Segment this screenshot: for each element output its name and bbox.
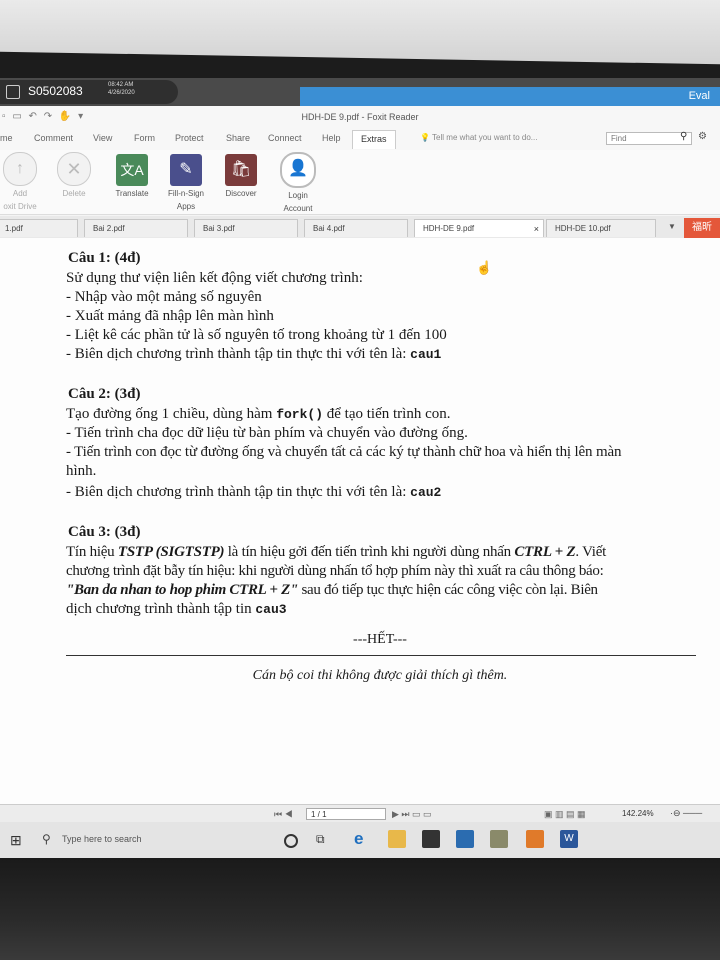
question-1-title: Câu 1: (4đ) — [68, 250, 141, 266]
doc-tab-bai4[interactable]: Bai 4.pdf — [304, 219, 408, 237]
tab-home[interactable]: me — [0, 133, 13, 143]
q3-line: "Ban da nhan to hop phim CTRL + Z" sau đ… — [66, 582, 598, 598]
taskbar-search[interactable]: Type here to search — [62, 834, 142, 844]
q2-line: - Biên dịch chương trình thành tập tin t… — [66, 484, 442, 500]
file-explorer-icon[interactable] — [388, 830, 406, 848]
q2-line: - Tiến trình con đọc từ đường ống và chu… — [66, 444, 622, 460]
q2-fork-code: fork() — [276, 407, 324, 422]
tab-comment[interactable]: Comment — [34, 133, 73, 143]
translate-button[interactable]: 文A Translate — [112, 154, 152, 199]
store-icon[interactable] — [422, 830, 440, 848]
page-number-field[interactable]: 1 / 1 — [306, 808, 386, 820]
zoom-level[interactable]: 142.24% — [622, 809, 654, 818]
cloud-upload-icon: ↑ — [3, 152, 37, 186]
q2-filename: cau2 — [410, 485, 442, 500]
edge-icon[interactable]: e — [354, 830, 372, 848]
q1-filename: cau1 — [410, 347, 442, 362]
delete-icon: ✕ — [57, 152, 91, 186]
q3-message: "Ban da nhan to hop phim CTRL + Z" — [66, 582, 299, 598]
tab-extras[interactable]: Extras — [352, 130, 396, 149]
q3-line: chương trình đặt bẫy tín hiệu: khi người… — [66, 563, 604, 579]
account-icon: 👤 — [280, 152, 316, 188]
session-bar: S0502083 08:42 AM 4/26/2020 Eval — [0, 78, 720, 106]
q3-line: dịch chương trình thành tập tin cau3 — [66, 601, 287, 617]
session-tab[interactable]: S0502083 08:42 AM 4/26/2020 — [0, 80, 178, 104]
q2-line: Tạo đường ống 1 chiều, dùng hàm fork() đ… — [66, 406, 451, 422]
foxit-icon[interactable] — [526, 830, 544, 848]
ribbon-extras: ↑ Add oxit Drive ✕ Delete 文A Translate ✎… — [0, 150, 720, 215]
pdf-page: ☝ Câu 1: (4đ) Sử dụng thư viện liên kết … — [0, 238, 720, 804]
q2-line: - Tiến trình cha đọc dữ liệu từ bàn phím… — [66, 425, 468, 441]
login-account-button[interactable]: 👤 Login Account — [276, 152, 320, 214]
eval-banner: Eval — [300, 87, 720, 106]
divider — [66, 655, 696, 656]
discover-icon: 🛍 — [225, 154, 257, 186]
tab-connect[interactable]: Connect — [268, 133, 302, 143]
app-header: ▫ ▭ ↶ ↷ ✋ ▾ HDH-DE 9.pdf - Foxit Reader — [0, 106, 720, 128]
doc-tab-hdh-de-9[interactable]: HDH-DE 9.pdf × — [414, 219, 544, 237]
doc-tab-bai2[interactable]: Bai 2.pdf — [84, 219, 188, 237]
fill-sign-icon: ✎ — [170, 154, 202, 186]
hotkey-badge[interactable]: 福昕 — [684, 218, 720, 238]
session-time: 08:42 AM 4/26/2020 — [108, 82, 135, 96]
search-icon[interactable]: ⚲ — [42, 832, 51, 846]
task-view-icon[interactable]: ⧉ — [316, 830, 334, 848]
tab-help[interactable]: Help — [322, 133, 341, 143]
question-3-title: Câu 3: (3đ) — [68, 524, 141, 540]
search-icon[interactable]: ⚲ — [680, 131, 687, 142]
q3-key-combo: CTRL + Z — [514, 544, 576, 560]
q1-line: - Liệt kê các phần tử là số nguyên tố tr… — [66, 327, 447, 343]
doc-tab-hdh-de-10[interactable]: HDH-DE 10.pdf — [546, 219, 656, 237]
page-nav-prev[interactable]: ⏮ ◀ — [274, 809, 293, 820]
hand-cursor-icon: ☝ — [476, 260, 493, 275]
tab-protect[interactable]: Protect — [175, 133, 204, 143]
app-title: HDH-DE 9.pdf - Foxit Reader — [301, 112, 419, 122]
windows-start-icon[interactable]: ⊞ — [10, 832, 22, 849]
zoom-out-icon[interactable]: ·⊖ ─── — [670, 808, 702, 819]
tab-share[interactable]: Share — [226, 133, 250, 143]
q1-line: - Xuất mảng đã nhập lên màn hình — [66, 308, 274, 324]
close-icon[interactable]: × — [534, 220, 539, 238]
tell-me-search[interactable]: 💡 Tell me what you want to do... — [420, 133, 537, 142]
document-tabs: 1.pdf Bai 2.pdf Bai 3.pdf Bai 4.pdf HDH-… — [0, 216, 720, 239]
screen: S0502083 08:42 AM 4/26/2020 Eval ▫ ▭ ↶ ↷… — [0, 78, 720, 860]
q1-line: - Biên dịch chương trình thành tập tin t… — [66, 346, 442, 362]
question-2-title: Câu 2: (3đ) — [68, 386, 141, 402]
word-icon[interactable]: W — [560, 830, 578, 848]
doc-tab-bai3[interactable]: Bai 3.pdf — [194, 219, 298, 237]
gear-icon[interactable]: ⚙ — [698, 131, 707, 142]
session-icon — [6, 85, 20, 99]
status-bar: ⏮ ◀ 1 / 1 ▶ ⏭ ▭ ▭ ▣ ▥ ▤ ▦ 142.24% ·⊖ ─── — [0, 804, 720, 823]
q1-line: Sử dụng thư viện liên kết động viết chươ… — [66, 270, 363, 286]
q2-line: hình. — [66, 463, 97, 479]
mail-icon[interactable] — [456, 830, 474, 848]
q1-line: - Nhập vào một mảng số nguyên — [66, 289, 262, 305]
fill-n-sign-button[interactable]: ✎ Fill-n-Sign Apps — [162, 154, 210, 212]
view-mode-icons[interactable]: ▣ ▥ ▤ ▦ — [544, 809, 586, 820]
end-marker: ---HẾT--- — [353, 632, 407, 647]
add-foxit-drive-button[interactable]: ↑ Add oxit Drive — [2, 152, 38, 212]
q3-line: Tín hiệu TSTP (SIGTSTP) là tín hiệu gởi … — [66, 544, 607, 560]
q3-filename: cau3 — [255, 602, 287, 617]
doc-tab-1[interactable]: 1.pdf — [0, 219, 78, 237]
app-icon[interactable] — [490, 830, 508, 848]
session-id: S0502083 — [28, 84, 83, 98]
translate-icon: 文A — [116, 154, 148, 186]
q3-signal-name: TSTP (SIGTSTP) — [117, 544, 225, 560]
page-nav-next[interactable]: ▶ ⏭ ▭ ▭ — [392, 809, 432, 820]
tab-form[interactable]: Form — [134, 133, 155, 143]
monitor-bezel-bottom — [0, 858, 720, 960]
delete-button[interactable]: ✕ Delete — [56, 152, 92, 199]
footer-note: Cán bộ coi thi không được giải thích gì … — [252, 668, 508, 683]
windows-taskbar: ⊞ ⚲ Type here to search ⧉ e W — [0, 822, 720, 860]
ribbon-tabs: me Comment View Form Protect Share Conne… — [0, 128, 720, 151]
cortana-icon[interactable] — [284, 834, 298, 848]
discover-button[interactable]: 🛍 Discover — [220, 154, 262, 199]
tab-list-dropdown-icon[interactable]: ▼ — [668, 222, 676, 231]
tab-view[interactable]: View — [93, 133, 112, 143]
